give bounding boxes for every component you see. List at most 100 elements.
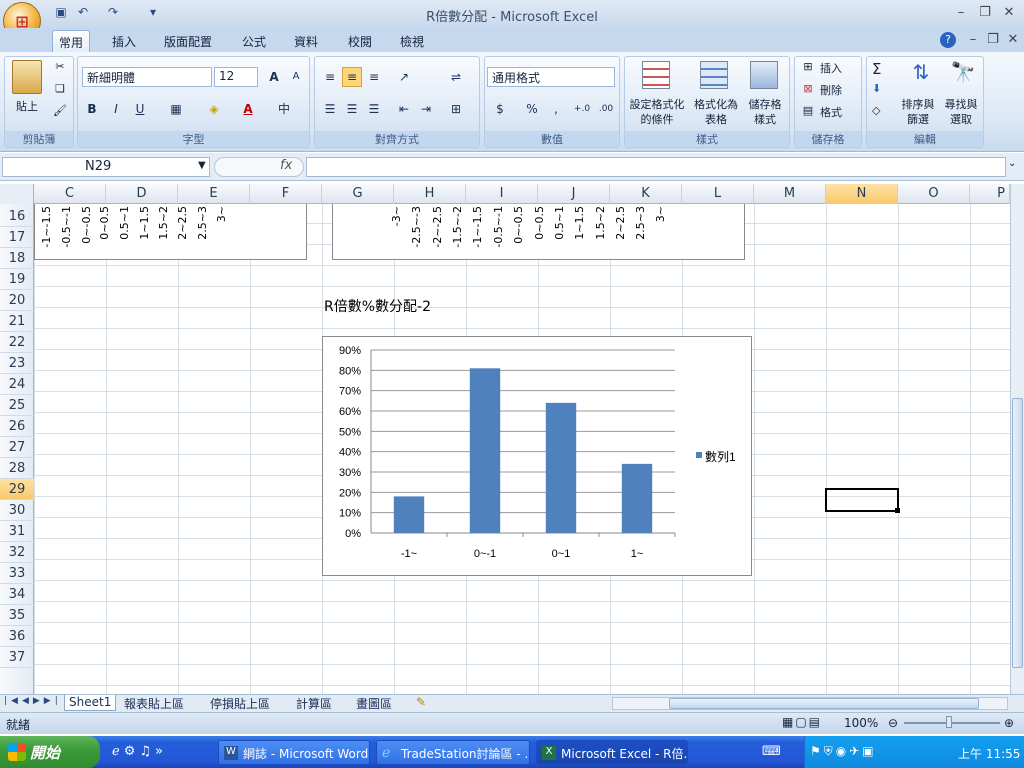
row-header[interactable]: 23 (0, 353, 34, 374)
keyboard-icon[interactable]: ⌨ (762, 744, 781, 759)
sort-filter-icon[interactable]: ⇅ (906, 60, 936, 84)
tab-insert[interactable]: 插入 (106, 30, 142, 52)
insert-cells-button[interactable]: 插入 (820, 60, 842, 76)
cell-styles-icon[interactable] (750, 61, 778, 89)
find-select-label-1[interactable]: 尋找與 (940, 96, 982, 112)
vertical-scrollbar[interactable] (1010, 184, 1024, 694)
select-all-corner[interactable] (0, 184, 34, 204)
conditional-format-label-2[interactable]: 的條件 (626, 111, 688, 127)
align-left-icon[interactable]: ☰ (320, 99, 340, 119)
column-header-k[interactable]: K (610, 184, 682, 204)
tray-icons[interactable]: ⚑⛨◉✈▣ (810, 744, 877, 759)
format-cells-icon[interactable]: ▤ (800, 104, 816, 117)
zoom-slider-thumb[interactable] (946, 716, 952, 728)
restore-icon[interactable]: ❐ (974, 5, 996, 21)
borders-icon[interactable]: ▦ (166, 99, 186, 119)
percent-icon[interactable]: % (522, 99, 542, 119)
tab-home[interactable]: 常用 (52, 30, 91, 52)
decrease-decimal-icon[interactable]: .00 (596, 99, 616, 119)
bar--1~[interactable] (393, 496, 425, 533)
format-as-table-label-1[interactable]: 格式化為 (690, 96, 742, 112)
autosum-icon[interactable]: Σ (872, 60, 881, 78)
clear-icon[interactable]: ◇ (872, 104, 880, 117)
insert-cells-icon[interactable]: ⊞ (800, 60, 816, 73)
wrap-text-icon[interactable]: ⇌ (446, 67, 466, 87)
sheet-tab-stoploss[interactable]: 停損貼上區 (206, 695, 274, 711)
quick-launch-icons[interactable]: ℯ⚙♫» (112, 744, 167, 759)
tab-review[interactable]: 校閱 (342, 30, 378, 52)
sheet-tab-calc[interactable]: 計算區 (292, 695, 336, 711)
zoom-out-icon[interactable]: ⊖ (888, 716, 898, 730)
task-word[interactable]: 網誌 - Microsoft Word (218, 740, 370, 765)
merge-center-icon[interactable]: ⊞ (446, 99, 466, 119)
zoom-slider[interactable] (904, 722, 1000, 724)
row-header[interactable]: 31 (0, 521, 34, 542)
align-top-icon[interactable]: ≡ (320, 67, 340, 87)
underline-icon[interactable]: U (130, 99, 150, 119)
phonetic-icon[interactable]: 中 (274, 99, 294, 119)
formula-input[interactable] (306, 157, 1006, 177)
format-cells-button[interactable]: 格式 (820, 104, 842, 120)
row-header[interactable]: 29 (0, 479, 34, 500)
conditional-format-icon[interactable] (642, 61, 670, 89)
zoom-in-icon[interactable]: ⊕ (1004, 716, 1014, 730)
row-header[interactable]: 34 (0, 584, 34, 605)
font-color-icon[interactable]: A (238, 99, 258, 119)
name-box-dropdown-icon[interactable]: ▼ (198, 160, 206, 171)
column-header-m[interactable]: M (754, 184, 826, 204)
orientation-icon[interactable]: ↗ (394, 67, 414, 87)
align-center-icon[interactable]: ☰ (342, 99, 362, 119)
row-header[interactable]: 26 (0, 416, 34, 437)
currency-icon[interactable]: $ (490, 99, 510, 119)
cell-styles-label-2[interactable]: 樣式 (744, 111, 786, 127)
comma-icon[interactable]: , (546, 99, 566, 119)
row-header[interactable]: 22 (0, 332, 34, 353)
column-header-c[interactable]: C (34, 184, 106, 204)
align-middle-icon[interactable]: ≡ (342, 67, 362, 87)
row-header[interactable]: 37 (0, 647, 34, 668)
row-header[interactable]: 32 (0, 542, 34, 563)
column-header-l[interactable]: L (682, 184, 754, 204)
column-header-e[interactable]: E (178, 184, 250, 204)
paste-button[interactable]: 貼上 (8, 98, 46, 114)
doc-minimize-icon[interactable]: – (962, 32, 984, 48)
italic-icon[interactable]: I (106, 99, 126, 119)
customize-qat-icon[interactable]: ▾ (144, 5, 162, 21)
row-header[interactable]: 25 (0, 395, 34, 416)
close-icon[interactable]: ✕ (998, 5, 1020, 21)
sheet-tab-chart[interactable]: 畫圖區 (352, 695, 396, 711)
delete-cells-button[interactable]: 刪除 (820, 82, 842, 98)
row-header[interactable]: 30 (0, 500, 34, 521)
redo-icon[interactable]: ↷ (104, 5, 122, 21)
paste-icon[interactable] (12, 60, 42, 94)
increase-indent-icon[interactable]: ⇥ (416, 99, 436, 119)
sheet-nav-icon[interactable]: |◀◀▶▶| (4, 696, 62, 706)
vertical-scroll-thumb[interactable] (1012, 398, 1023, 668)
column-header-o[interactable]: O (898, 184, 970, 204)
row-header[interactable]: 16 (0, 206, 34, 227)
column-header-j[interactable]: J (538, 184, 610, 204)
tab-formulas[interactable]: 公式 (236, 30, 272, 52)
align-right-icon[interactable]: ☰ (364, 99, 384, 119)
insert-sheet-icon[interactable]: ✎ (412, 695, 430, 711)
view-buttons-icon[interactable]: ▦▢▤ (782, 715, 822, 729)
find-select-icon[interactable]: 🔭 (948, 60, 978, 84)
fill-handle[interactable] (895, 508, 900, 513)
format-painter-icon[interactable]: 🖌 (52, 104, 68, 117)
tab-view[interactable]: 檢視 (394, 30, 430, 52)
column-header-f[interactable]: F (250, 184, 322, 204)
tab-page-layout[interactable]: 版面配置 (158, 30, 218, 52)
column-header-n[interactable]: N (826, 184, 898, 204)
undo-icon[interactable]: ↶ (74, 5, 92, 21)
column-header-h[interactable]: H (394, 184, 466, 204)
grow-font-icon[interactable]: A (264, 67, 284, 87)
upper-chart-left[interactable] (34, 204, 307, 260)
cut-icon[interactable]: ✂ (52, 60, 68, 73)
tab-data[interactable]: 資料 (288, 30, 324, 52)
sheet-tab-report[interactable]: 報表貼上區 (120, 695, 188, 711)
copy-icon[interactable]: ❏ (52, 82, 68, 95)
doc-close-icon[interactable]: ✕ (1002, 32, 1024, 48)
task-excel[interactable]: Microsoft Excel - R倍... (536, 740, 688, 765)
increase-decimal-icon[interactable]: +.0 (572, 99, 592, 119)
horizontal-scroll-thumb[interactable] (669, 698, 979, 709)
